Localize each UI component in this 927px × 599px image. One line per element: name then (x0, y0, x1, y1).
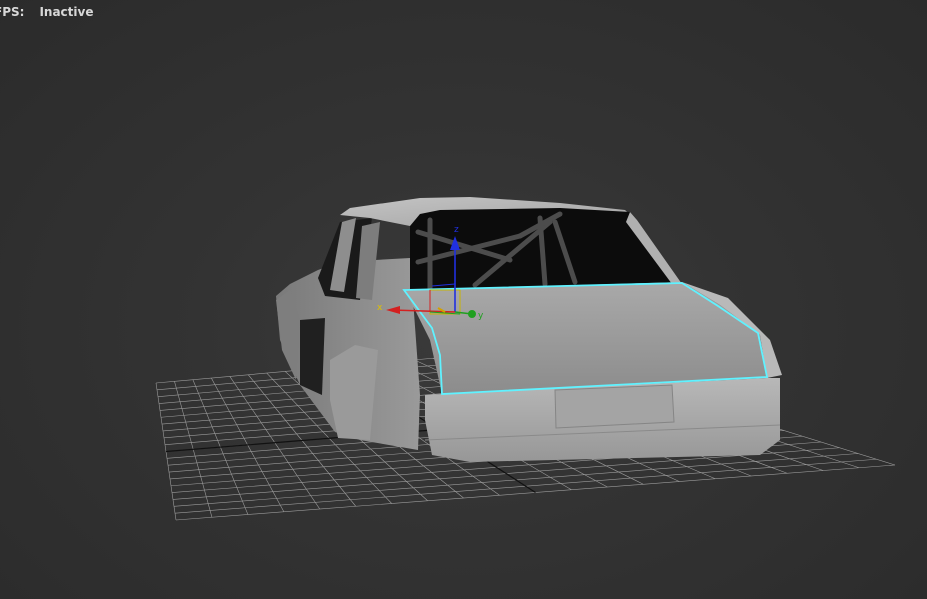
gizmo-z-label: z (454, 225, 459, 235)
gizmo-x-label: x (377, 303, 383, 313)
car-model[interactable] (276, 197, 782, 462)
gizmo-y-label: y (478, 311, 484, 321)
perspective-viewport[interactable]: FPS: Inactive (0, 0, 927, 599)
scene-render[interactable]: z x y (0, 0, 927, 599)
